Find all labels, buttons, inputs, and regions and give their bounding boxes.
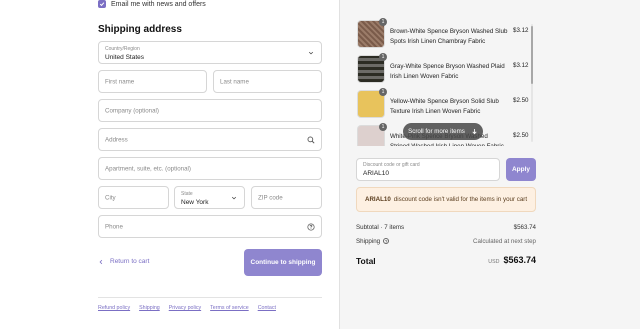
total-value: $563.74 xyxy=(503,255,536,265)
total-label: Total xyxy=(356,256,376,266)
quantity-badge: 1 xyxy=(379,123,387,131)
discount-error-alert: ARIAL10 discount code isn't valid for th… xyxy=(356,187,536,212)
footer-divider xyxy=(98,297,322,298)
state-select[interactable]: State New York xyxy=(174,186,245,209)
phone-placeholder: Phone xyxy=(105,223,123,230)
subtotal-row: Subtotal · 7 items $563.74 xyxy=(356,224,536,231)
apartment-field[interactable]: Apartment, suite, etc. (optional) xyxy=(98,157,322,180)
cart-item: 1 Gray-White Spence Bryson Washed Plaid … xyxy=(355,53,531,85)
scroll-hint-label: Scroll for more items xyxy=(408,128,465,135)
cart-scrollbar[interactable] xyxy=(530,20,534,146)
footer-link-refund[interactable]: Refund policy xyxy=(98,305,130,311)
address-placeholder: Address xyxy=(105,136,128,143)
scroll-more-hint[interactable]: Scroll for more items xyxy=(403,123,483,140)
discount-code-input[interactable]: Discount code or gift card ARIAL10 xyxy=(356,158,500,181)
chevron-left-icon xyxy=(99,259,103,264)
last-name-field[interactable]: Last name xyxy=(213,70,322,93)
total-amount: USD $563.74 xyxy=(488,255,536,265)
chevron-down-icon xyxy=(308,51,314,54)
shipping-value: Calculated at next step xyxy=(473,238,536,245)
apartment-placeholder: Apartment, suite, etc. (optional) xyxy=(105,165,191,172)
chevron-down-icon xyxy=(231,196,237,199)
footer-link-privacy[interactable]: Privacy policy xyxy=(169,305,201,311)
newsletter-checkbox[interactable] xyxy=(98,0,106,8)
help-icon[interactable]: ? xyxy=(383,238,390,245)
checkmark-icon xyxy=(99,2,105,7)
quantity-badge: 1 xyxy=(379,88,387,96)
product-price: $2.50 xyxy=(513,132,529,139)
footer-link-contact[interactable]: Contact xyxy=(258,305,276,311)
quantity-badge: 1 xyxy=(379,18,387,26)
country-select[interactable]: Country/Region United States xyxy=(98,41,322,64)
continue-to-shipping-button[interactable]: Continue to shipping xyxy=(244,249,322,276)
company-field[interactable]: Company (optional) xyxy=(98,99,322,122)
alert-message: discount code isn't valid for the items … xyxy=(393,196,528,203)
product-name: Brown-White Spence Bryson Washed Slub Sp… xyxy=(390,28,508,45)
state-value: New York xyxy=(181,199,209,206)
scrollbar-thumb[interactable] xyxy=(531,26,533,84)
search-icon xyxy=(307,136,315,144)
currency-code: USD xyxy=(488,259,500,265)
zip-field[interactable]: ZIP code xyxy=(251,186,322,209)
newsletter-option[interactable]: Email me with news and offers xyxy=(98,0,206,8)
address-field[interactable]: Address xyxy=(98,128,322,151)
footer-link-shipping[interactable]: Shipping xyxy=(139,305,160,311)
arrow-down-icon xyxy=(472,129,477,135)
footer-link-terms[interactable]: Terms of service xyxy=(210,305,249,311)
alert-code: ARIAL10 xyxy=(365,196,391,203)
return-to-cart-label: Return to cart xyxy=(110,258,150,265)
product-price: $3.12 xyxy=(513,27,529,34)
checkout-form-panel: Email me with news and offers Shipping a… xyxy=(0,0,339,329)
last-name-placeholder: Last name xyxy=(220,78,249,85)
product-price: $2.50 xyxy=(513,97,529,104)
country-value: United States xyxy=(105,54,145,61)
shipping-row: Shipping? Calculated at next step xyxy=(356,238,536,245)
apply-discount-button[interactable]: Apply xyxy=(506,158,536,181)
product-name: Gray-White Spence Bryson Washed Plaid Ir… xyxy=(390,63,505,80)
shipping-label: Shipping xyxy=(356,238,381,245)
subtotal-label: Subtotal · 7 items xyxy=(356,224,405,231)
phone-field[interactable]: Phone xyxy=(98,215,322,238)
product-name: Yellow-White Spence Bryson Solid Slub Te… xyxy=(390,98,499,115)
cart-item: 1 Brown-White Spence Bryson Washed Slub … xyxy=(355,18,531,50)
state-label: State xyxy=(181,191,193,197)
quantity-badge: 1 xyxy=(379,53,387,61)
country-label: Country/Region xyxy=(105,46,140,52)
product-price: $3.12 xyxy=(513,62,529,69)
first-name-field[interactable]: First name xyxy=(98,70,207,93)
company-placeholder: Company (optional) xyxy=(105,107,159,114)
footer-links: Refund policy Shipping Privacy policy Te… xyxy=(98,305,276,311)
return-to-cart-link[interactable]: Return to cart xyxy=(98,258,149,265)
subtotal-value: $563.74 xyxy=(513,224,536,231)
discount-label: Discount code or gift card xyxy=(363,162,420,168)
city-placeholder: City xyxy=(105,194,116,201)
newsletter-label: Email me with news and offers xyxy=(111,0,206,8)
city-field[interactable]: City xyxy=(98,186,169,209)
first-name-placeholder: First name xyxy=(105,78,135,85)
help-icon[interactable] xyxy=(307,222,315,231)
discount-value: ARIAL10 xyxy=(363,170,390,177)
zip-placeholder: ZIP code xyxy=(258,194,283,201)
cart-item: 1 Yellow-White Spence Bryson Solid Slub … xyxy=(355,88,531,120)
shipping-address-title: Shipping address xyxy=(98,24,182,35)
